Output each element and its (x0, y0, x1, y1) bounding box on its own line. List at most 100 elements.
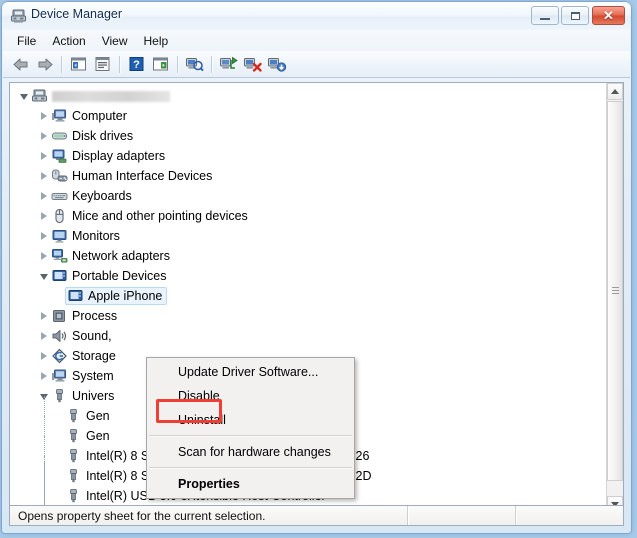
context-menu-separator (149, 467, 352, 469)
properties-icon (95, 57, 110, 71)
scan-for-hardware-changes-icon (186, 58, 204, 72)
help-button[interactable]: ? (125, 53, 148, 75)
status-bar-divider (407, 506, 409, 525)
tree-connector (44, 396, 45, 416)
close-button[interactable]: ✕ (592, 6, 625, 25)
expand-toggle-hid[interactable] (37, 166, 51, 186)
tree-row-mice[interactable]: Mice and other pointing devices (10, 206, 607, 226)
expand-toggle-storage[interactable] (37, 346, 51, 366)
help-icon: ? (129, 57, 144, 71)
toolbar-separator (61, 55, 63, 73)
svg-text:?: ? (133, 59, 140, 71)
status-bar: Opens property sheet for the current sel… (9, 505, 624, 526)
tree-row-portable-devices[interactable]: Portable Devices (10, 266, 607, 286)
back-button[interactable] (9, 53, 32, 75)
scan-hardware-button[interactable] (183, 53, 206, 75)
tree-item-label: Apple iPhone (88, 289, 163, 303)
tree-item-label: Monitors (72, 229, 120, 243)
context-menu-item-update-driver[interactable]: Update Driver Software... (147, 360, 354, 384)
expand-toggle-display-adapters[interactable] (37, 146, 51, 166)
context-menu-item-disable[interactable]: Disable (147, 384, 354, 408)
tree-row-processors[interactable]: Process (10, 306, 607, 326)
device-manager-window: Device Manager ✕ File Action View Help ?… (2, 2, 631, 533)
device-tree-panel: Computer Disk drives Display adapters Hu… (9, 82, 624, 514)
tree-row-sound[interactable]: Sound, (10, 326, 607, 346)
toolbar-separator (119, 55, 121, 73)
tree-row-root[interactable] (10, 86, 607, 106)
expand-toggle-disk-drives[interactable] (37, 126, 51, 146)
scrollbar-thumb[interactable] (607, 101, 623, 481)
expand-toggle-monitors[interactable] (37, 226, 51, 246)
context-menu-item-uninstall[interactable]: Uninstall (147, 408, 354, 432)
context-menu[interactable]: Update Driver Software... Disable Uninst… (146, 357, 355, 499)
tree-row-computer[interactable]: Computer (10, 106, 607, 126)
back-icon (13, 58, 27, 70)
show-hide-action-pane-icon (153, 57, 168, 71)
context-menu-item-properties[interactable]: Properties (147, 472, 354, 496)
expand-toggle-sound[interactable] (37, 326, 51, 346)
tree-row-hid[interactable]: Human Interface Devices (10, 166, 607, 186)
minimize-button[interactable] (531, 6, 559, 25)
tree-row-display-adapters[interactable]: Display adapters (10, 146, 607, 166)
uninstall-device-icon (244, 58, 262, 72)
hid-icon (52, 169, 68, 182)
tree-item-label: Univers (72, 389, 115, 403)
menu-help[interactable]: Help (136, 32, 177, 50)
show-hide-console-tree-icon (71, 57, 86, 71)
tree-row-apple-iphone[interactable]: Apple iPhone (10, 286, 607, 306)
maximize-button[interactable] (561, 6, 589, 25)
scroll-up-button[interactable] (607, 83, 623, 100)
usb-icon (70, 429, 77, 443)
expand-toggle-network-adapters[interactable] (37, 246, 51, 266)
properties-button[interactable] (91, 53, 114, 75)
redacted-computer-name (52, 91, 170, 103)
uninstall-button[interactable] (241, 53, 264, 75)
selected-device[interactable]: Apple iPhone (65, 287, 168, 305)
context-menu-separator (149, 435, 352, 437)
expand-toggle-computer[interactable] (37, 106, 51, 126)
menu-action[interactable]: Action (44, 32, 93, 50)
title-bar: Device Manager ✕ (2, 2, 631, 30)
expand-toggle-processors[interactable] (37, 306, 51, 326)
keyboard-icon (51, 193, 68, 200)
tree-item-label: Process (72, 309, 118, 323)
tree-item-label: Gen (86, 409, 110, 423)
menu-view[interactable]: View (94, 32, 136, 50)
add-hardware-button[interactable] (265, 53, 288, 75)
sound-icon (52, 330, 67, 342)
console-tree-button[interactable] (67, 53, 90, 75)
status-bar-text: Opens property sheet for the current sel… (18, 508, 266, 523)
expand-toggle-mice[interactable] (37, 206, 51, 226)
tree-item-label: System (72, 369, 114, 383)
action-pane-button[interactable] (149, 53, 172, 75)
tree-item-label: Sound, (72, 329, 112, 343)
context-menu-item-scan-hardware[interactable]: Scan for hardware changes (147, 440, 354, 464)
disk-drive-icon (52, 132, 67, 140)
toolbar: ? (3, 51, 630, 78)
system-device-icon (52, 369, 66, 382)
computer-root-icon (32, 89, 47, 102)
window-title: Device Manager (31, 7, 123, 21)
usb-icon (70, 449, 77, 463)
usb-icon (70, 469, 77, 483)
tree-row-monitors[interactable]: Monitors (10, 226, 607, 246)
tree-row-keyboards[interactable]: Keyboards (10, 186, 607, 206)
tree-item-label: Display adapters (72, 149, 166, 163)
update-driver-button[interactable] (217, 53, 240, 75)
forward-button[interactable] (33, 53, 56, 75)
tree-connector (44, 436, 45, 456)
tree-row-disk-drives[interactable]: Disk drives (10, 126, 607, 146)
usb-icon (56, 389, 63, 403)
usb-icon (70, 489, 77, 503)
vertical-scrollbar[interactable] (606, 83, 623, 513)
expand-toggle-root[interactable] (17, 86, 31, 106)
tree-root-label (48, 89, 170, 103)
menu-file[interactable]: File (9, 32, 44, 50)
network-adapter-icon (52, 249, 68, 263)
expand-toggle-keyboards[interactable] (37, 186, 51, 206)
tree-row-network-adapters[interactable]: Network adapters (10, 246, 607, 266)
computer-icon (52, 109, 66, 122)
expand-toggle-portable-devices[interactable] (37, 266, 51, 286)
expand-toggle-system-devices[interactable] (37, 366, 51, 386)
tree-item-label: Network adapters (72, 249, 170, 263)
